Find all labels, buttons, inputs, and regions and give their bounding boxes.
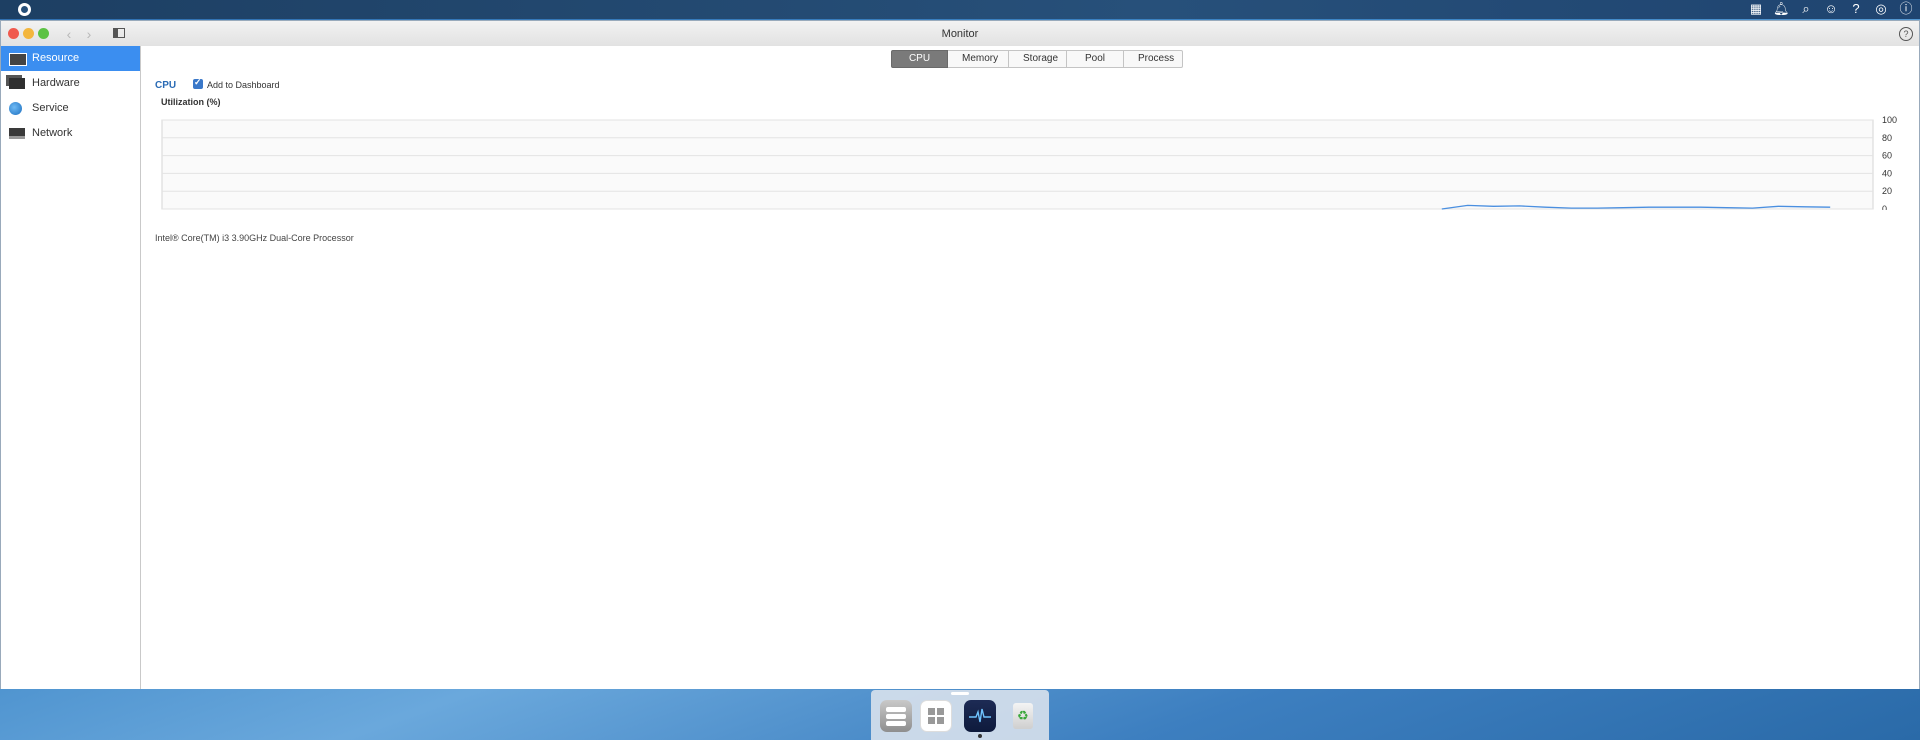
sidebar-item-label: Resource	[32, 52, 80, 64]
monitor-window: ‹ › Monitor ? Resource Hardware Service …	[0, 20, 1920, 689]
dock	[871, 690, 1049, 740]
y-tick-label: 0	[1882, 204, 1887, 210]
app-center-icon[interactable]	[920, 700, 952, 732]
dock-handle[interactable]	[951, 692, 969, 695]
network-icon	[9, 128, 25, 139]
y-tick-label: 40	[1882, 168, 1892, 178]
apps-grid-icon[interactable]: ▦	[1748, 1, 1764, 17]
y-tick-label: 100	[1882, 115, 1897, 125]
help-circle-icon[interactable]: ?	[1848, 1, 1864, 17]
sidebar-item-hardware[interactable]: Hardware	[1, 71, 140, 96]
sidebar-item-resource[interactable]: Resource	[1, 46, 140, 71]
window-title: Monitor	[941, 28, 979, 40]
tab-process[interactable]: Process	[1124, 50, 1183, 68]
sidebar-item-network[interactable]: Network	[1, 121, 140, 146]
tab-storage[interactable]: Storage	[1009, 50, 1067, 68]
globe-icon[interactable]: ◎	[1873, 1, 1889, 17]
tab-memory[interactable]: Memory	[948, 50, 1009, 68]
globe-icon	[9, 102, 22, 115]
hardware-icon	[9, 78, 25, 89]
recycle-bin-icon[interactable]	[1007, 700, 1039, 732]
tab-pool[interactable]: Pool	[1067, 50, 1124, 68]
processor-info: Intel® Core(TM) i3 3.90GHz Dual-Core Pro…	[155, 233, 354, 243]
resource-monitor-app-icon[interactable]	[964, 700, 996, 738]
tab-cpu[interactable]: CPU	[891, 50, 948, 68]
help-icon[interactable]: ?	[1899, 27, 1913, 41]
add-to-dashboard-checkbox[interactable]	[193, 77, 203, 89]
user-icon[interactable]: ☺	[1823, 1, 1839, 17]
sidebar-item-service[interactable]: Service	[1, 96, 140, 121]
utilization-label: Utilization (%)	[161, 97, 221, 107]
tab-bar: CPU Memory Storage Pool Process	[891, 50, 1183, 68]
y-tick-label: 80	[1882, 133, 1892, 143]
cpu-utilization-chart: 100 80 60 40 20 0	[161, 115, 1897, 210]
bell-icon[interactable]: 🔔︎	[1773, 1, 1790, 17]
sidebar-item-label: Service	[32, 102, 69, 114]
main-content: CPU Memory Storage Pool Process CPU Add …	[141, 46, 1919, 689]
y-tick-label: 60	[1882, 151, 1892, 161]
search-icon[interactable]: ⌕	[1798, 1, 1814, 17]
os-logo-icon[interactable]	[18, 3, 31, 16]
resource-monitor-icon	[9, 53, 27, 66]
chart-plot-area	[161, 119, 1874, 210]
sidebar-item-label: Network	[32, 127, 73, 139]
cpu-section-title: CPU	[155, 80, 177, 91]
control-panel-app-icon[interactable]	[880, 700, 912, 732]
add-to-dashboard-label[interactable]: Add to Dashboard	[207, 80, 280, 90]
system-top-bar: ▦ 🔔︎ ⌕ ☺ ? ◎ ⓘ	[0, 0, 1920, 19]
window-titlebar: ‹ › Monitor ?	[1, 21, 1919, 47]
info-icon[interactable]: ⓘ	[1898, 1, 1914, 17]
sidebar-item-label: Hardware	[32, 77, 80, 89]
sidebar: Resource Hardware Service Network	[1, 46, 141, 689]
y-tick-label: 20	[1882, 186, 1892, 196]
